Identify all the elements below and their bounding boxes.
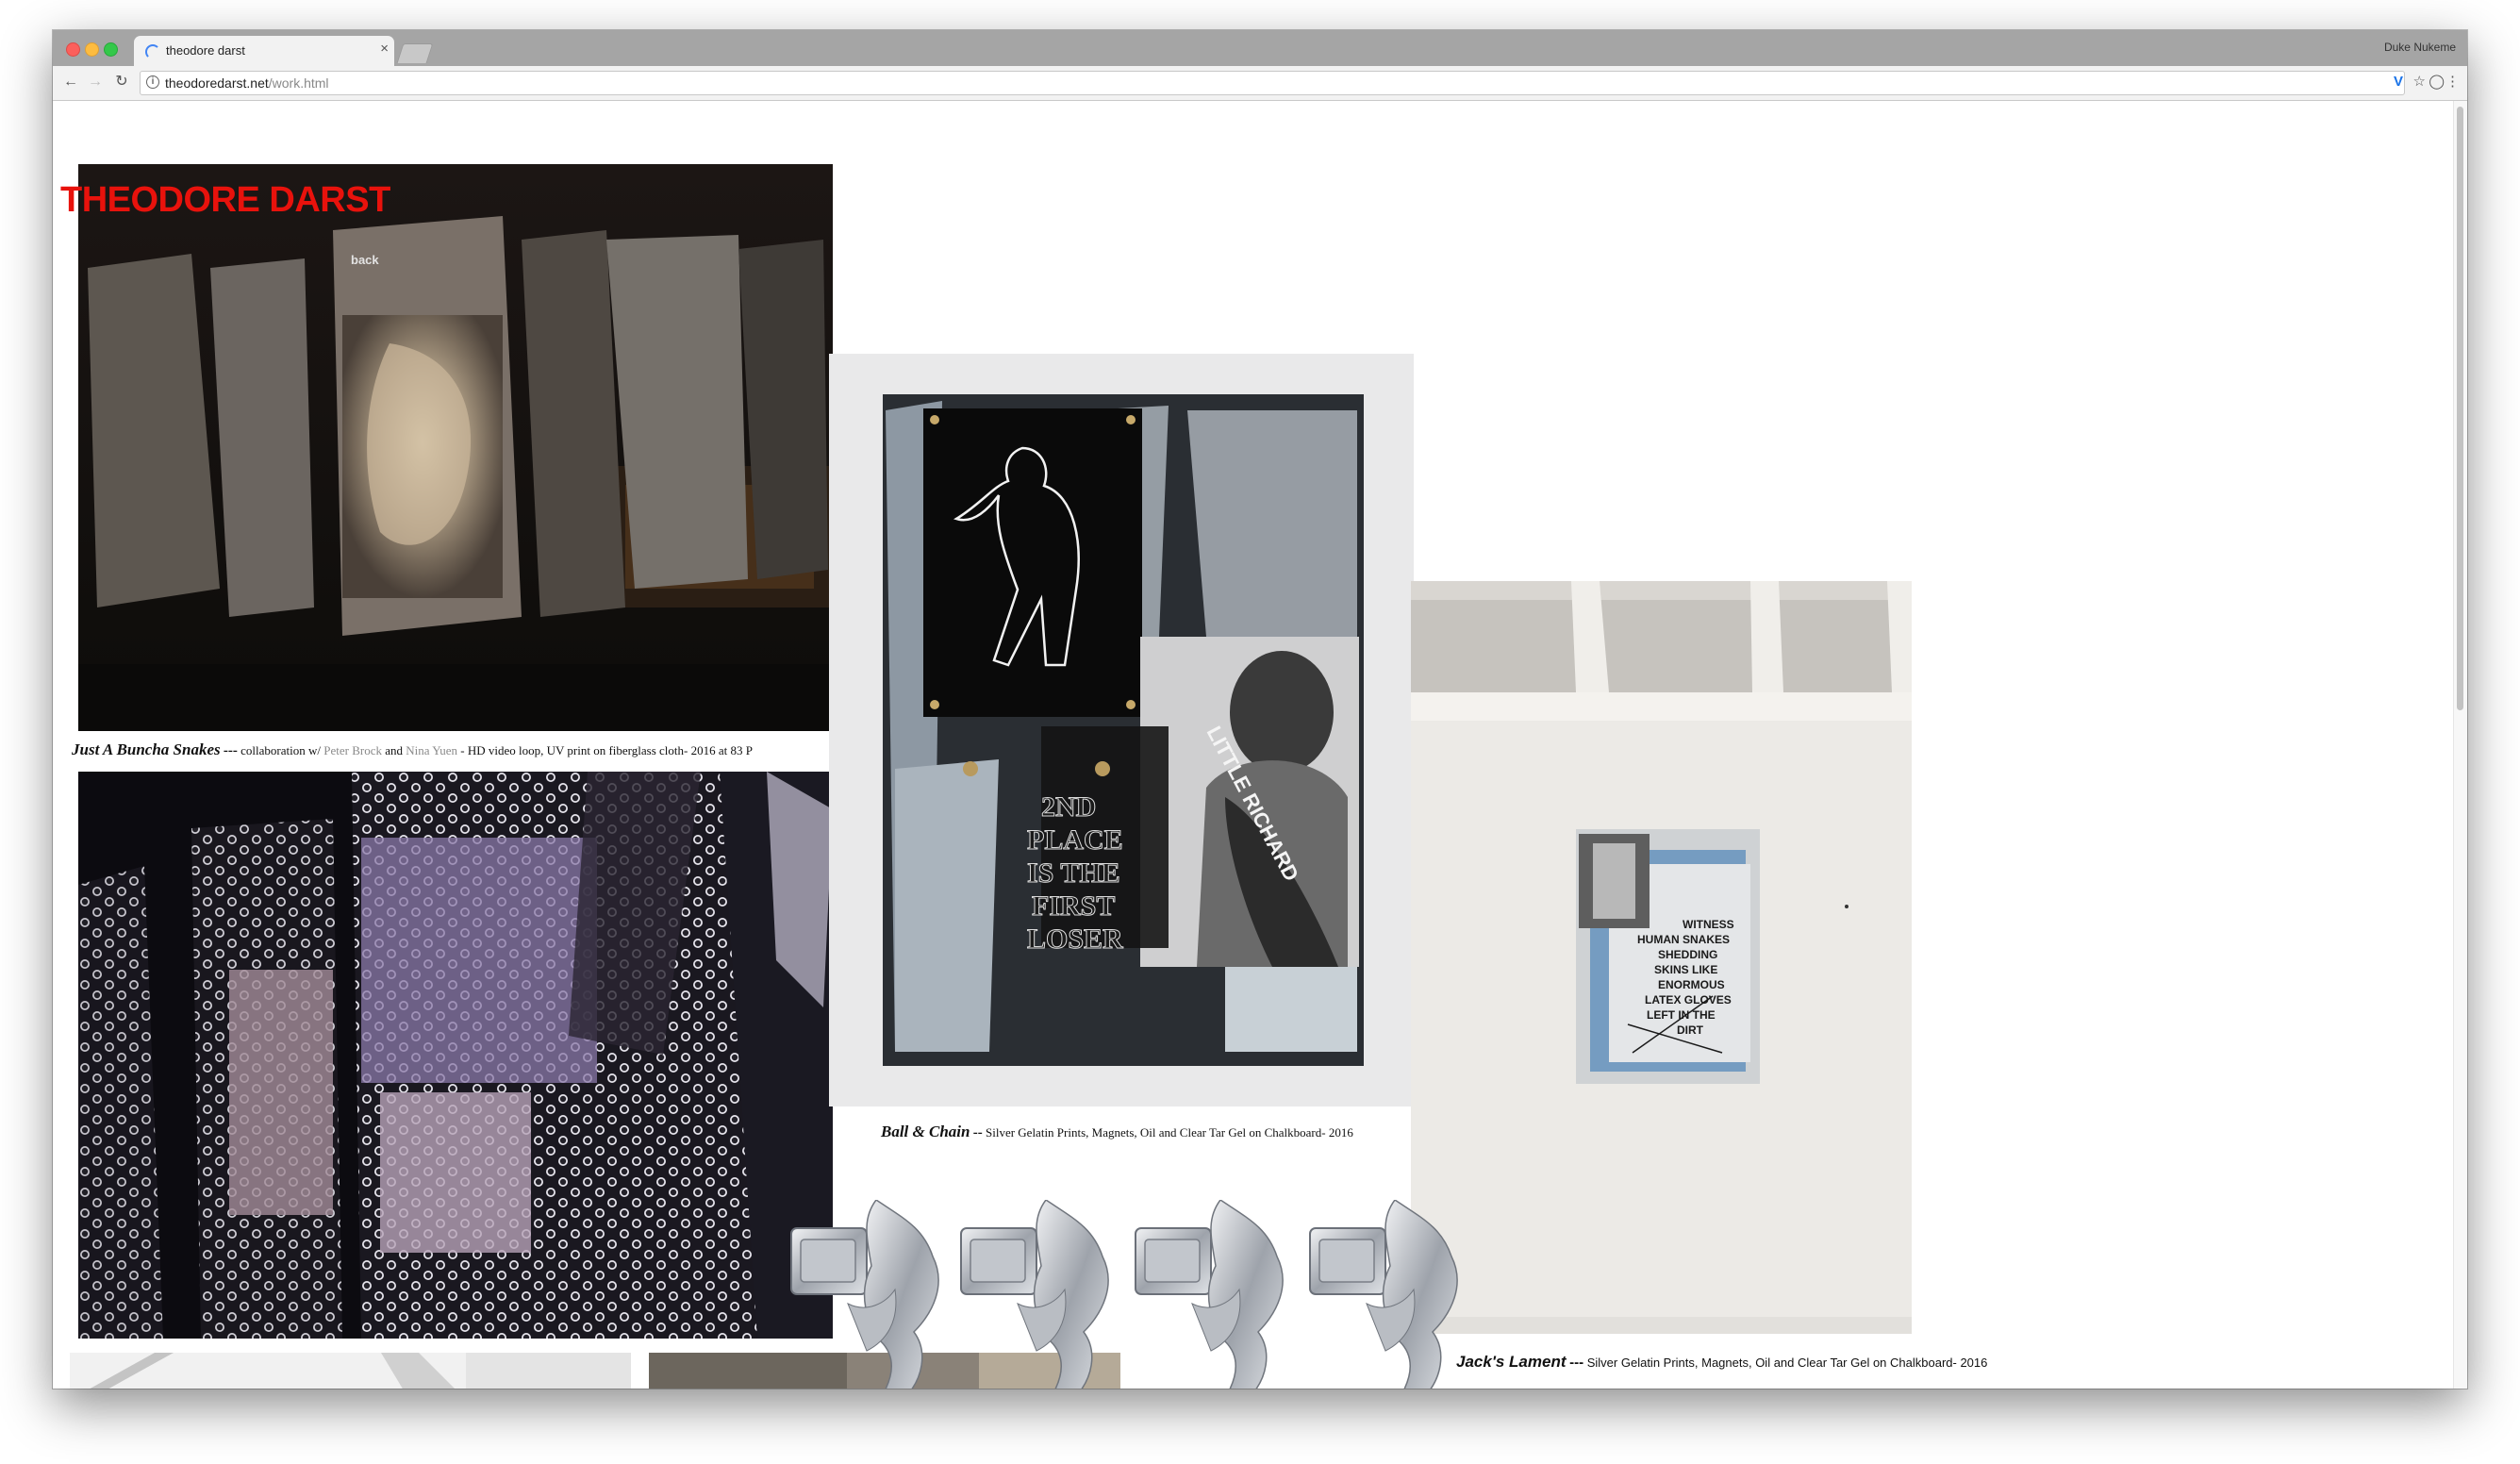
- reload-icon[interactable]: ↻: [111, 72, 132, 92]
- painting-line: 2ND: [1041, 791, 1096, 823]
- forward-arrow-icon[interactable]: →: [85, 72, 106, 92]
- artwork-photo-snakes-night[interactable]: [78, 164, 833, 731]
- new-tab-button[interactable]: [396, 43, 434, 63]
- scrollbar-thumb[interactable]: [2457, 107, 2463, 710]
- gallery-interior-image: [70, 1353, 631, 1389]
- back-link[interactable]: back: [351, 253, 379, 267]
- artwork-photo-snakes-hex[interactable]: [78, 772, 833, 1339]
- close-window-button[interactable]: [66, 42, 80, 57]
- star-icon[interactable]: ☆: [2413, 74, 2426, 91]
- painting-line: FIRST: [1032, 890, 1115, 922]
- address-bar[interactable]: i theodoredarst.net/work.html: [140, 71, 2405, 95]
- vertical-scrollbar[interactable]: [2453, 101, 2467, 1389]
- caption-separator: ---: [1569, 1355, 1584, 1371]
- artwork-photo-ball-and-chain[interactable]: 2ND PLACE IS THE FIRST LOSER LITTLE RICH…: [829, 354, 1414, 1106]
- info-icon[interactable]: i: [146, 75, 159, 89]
- silver-chain-graphic: [790, 1200, 1459, 1389]
- profile-name[interactable]: Duke Nukeme: [2384, 41, 2456, 54]
- painting-line: ENORMOUS: [1658, 978, 1725, 991]
- painting-line: HUMAN SNAKES: [1637, 933, 1730, 946]
- browser-toolbar: ← → ↻ i theodoredarst.net/work.html V ☆ …: [53, 66, 2467, 101]
- url-path: /work.html: [268, 75, 329, 91]
- painting-line: LOSER: [1027, 923, 1123, 955]
- painting-line: IS THE: [1027, 857, 1120, 889]
- tab-title: theodore darst: [166, 43, 245, 58]
- caption-separator: ---: [223, 743, 238, 758]
- collaborator-link[interactable]: Peter Brock: [323, 743, 382, 757]
- caption-detail: Silver Gelatin Prints, Magnets, Oil and …: [1583, 1356, 1988, 1370]
- caption-detail: - HD video loop, UV print on fiberglass …: [457, 743, 753, 757]
- ball-and-chain-image: 2ND PLACE IS THE FIRST LOSER LITTLE RICH…: [829, 354, 1414, 1106]
- work-title: Ball & Chain: [881, 1123, 970, 1140]
- caption-separator: --: [972, 1125, 983, 1140]
- browser-window: theodore darst × Duke Nukeme ← → ↻ i the…: [53, 30, 2467, 1389]
- collaborator-link[interactable]: Nina Yuen: [406, 743, 457, 757]
- painting-line: LEFT IN THE: [1647, 1008, 1716, 1022]
- work-title: Jack's Lament: [1456, 1353, 1567, 1371]
- painting-line: DIRT: [1677, 1023, 1704, 1037]
- caption-ball-and-chain: Ball & Chain -- Silver Gelatin Prints, M…: [881, 1123, 1353, 1141]
- painting-line: LATEX GLOVES: [1645, 993, 1732, 1006]
- url-domain: theodoredarst.net: [165, 75, 269, 91]
- caption-text: collaboration w/: [237, 743, 324, 757]
- vimeo-extension-icon[interactable]: V: [2394, 74, 2403, 91]
- caption-detail: Silver Gelatin Prints, Magnets, Oil and …: [982, 1125, 1353, 1140]
- desktop: theodore darst × Duke Nukeme ← → ↻ i the…: [0, 0, 2520, 1464]
- url-text[interactable]: theodoredarst.net/work.html: [165, 75, 329, 91]
- caption-jacks-lament: Jack's Lament --- Silver Gelatin Prints,…: [1456, 1353, 1987, 1372]
- painting-line: WITNESS: [1683, 918, 1734, 931]
- shield-extension-icon[interactable]: ◯: [2429, 74, 2445, 91]
- loading-spinner-icon: [145, 44, 160, 59]
- minimize-window-button[interactable]: [85, 42, 99, 57]
- artwork-photo-bottom-left[interactable]: [70, 1353, 631, 1389]
- installation-night-image: [78, 164, 833, 731]
- browser-tab[interactable]: theodore darst ×: [134, 36, 394, 66]
- chain-ornament-row: [772, 1200, 1527, 1389]
- installation-hex-image: [78, 772, 833, 1339]
- site-logo[interactable]: THEODORE DARST: [60, 180, 390, 221]
- title-bar: theodore darst × Duke Nukeme: [53, 30, 2467, 66]
- painting-line: SKINS LIKE: [1654, 963, 1717, 976]
- caption-just-a-buncha-snakes: Just A Buncha Snakes --- collaboration w…: [72, 740, 753, 759]
- page-viewport: 2ND PLACE IS THE FIRST LOSER LITTLE RICH…: [53, 101, 2467, 1389]
- maximize-window-button[interactable]: [104, 42, 118, 57]
- work-title: Just A Buncha Snakes: [72, 740, 221, 758]
- tab-close-icon[interactable]: ×: [380, 41, 389, 57]
- back-arrow-icon[interactable]: ←: [60, 72, 81, 92]
- painting-line: SHEDDING: [1658, 948, 1717, 961]
- kebab-menu-icon[interactable]: ⋮: [2445, 74, 2460, 91]
- painting-line: PLACE: [1027, 824, 1123, 856]
- caption-text: and: [381, 743, 406, 757]
